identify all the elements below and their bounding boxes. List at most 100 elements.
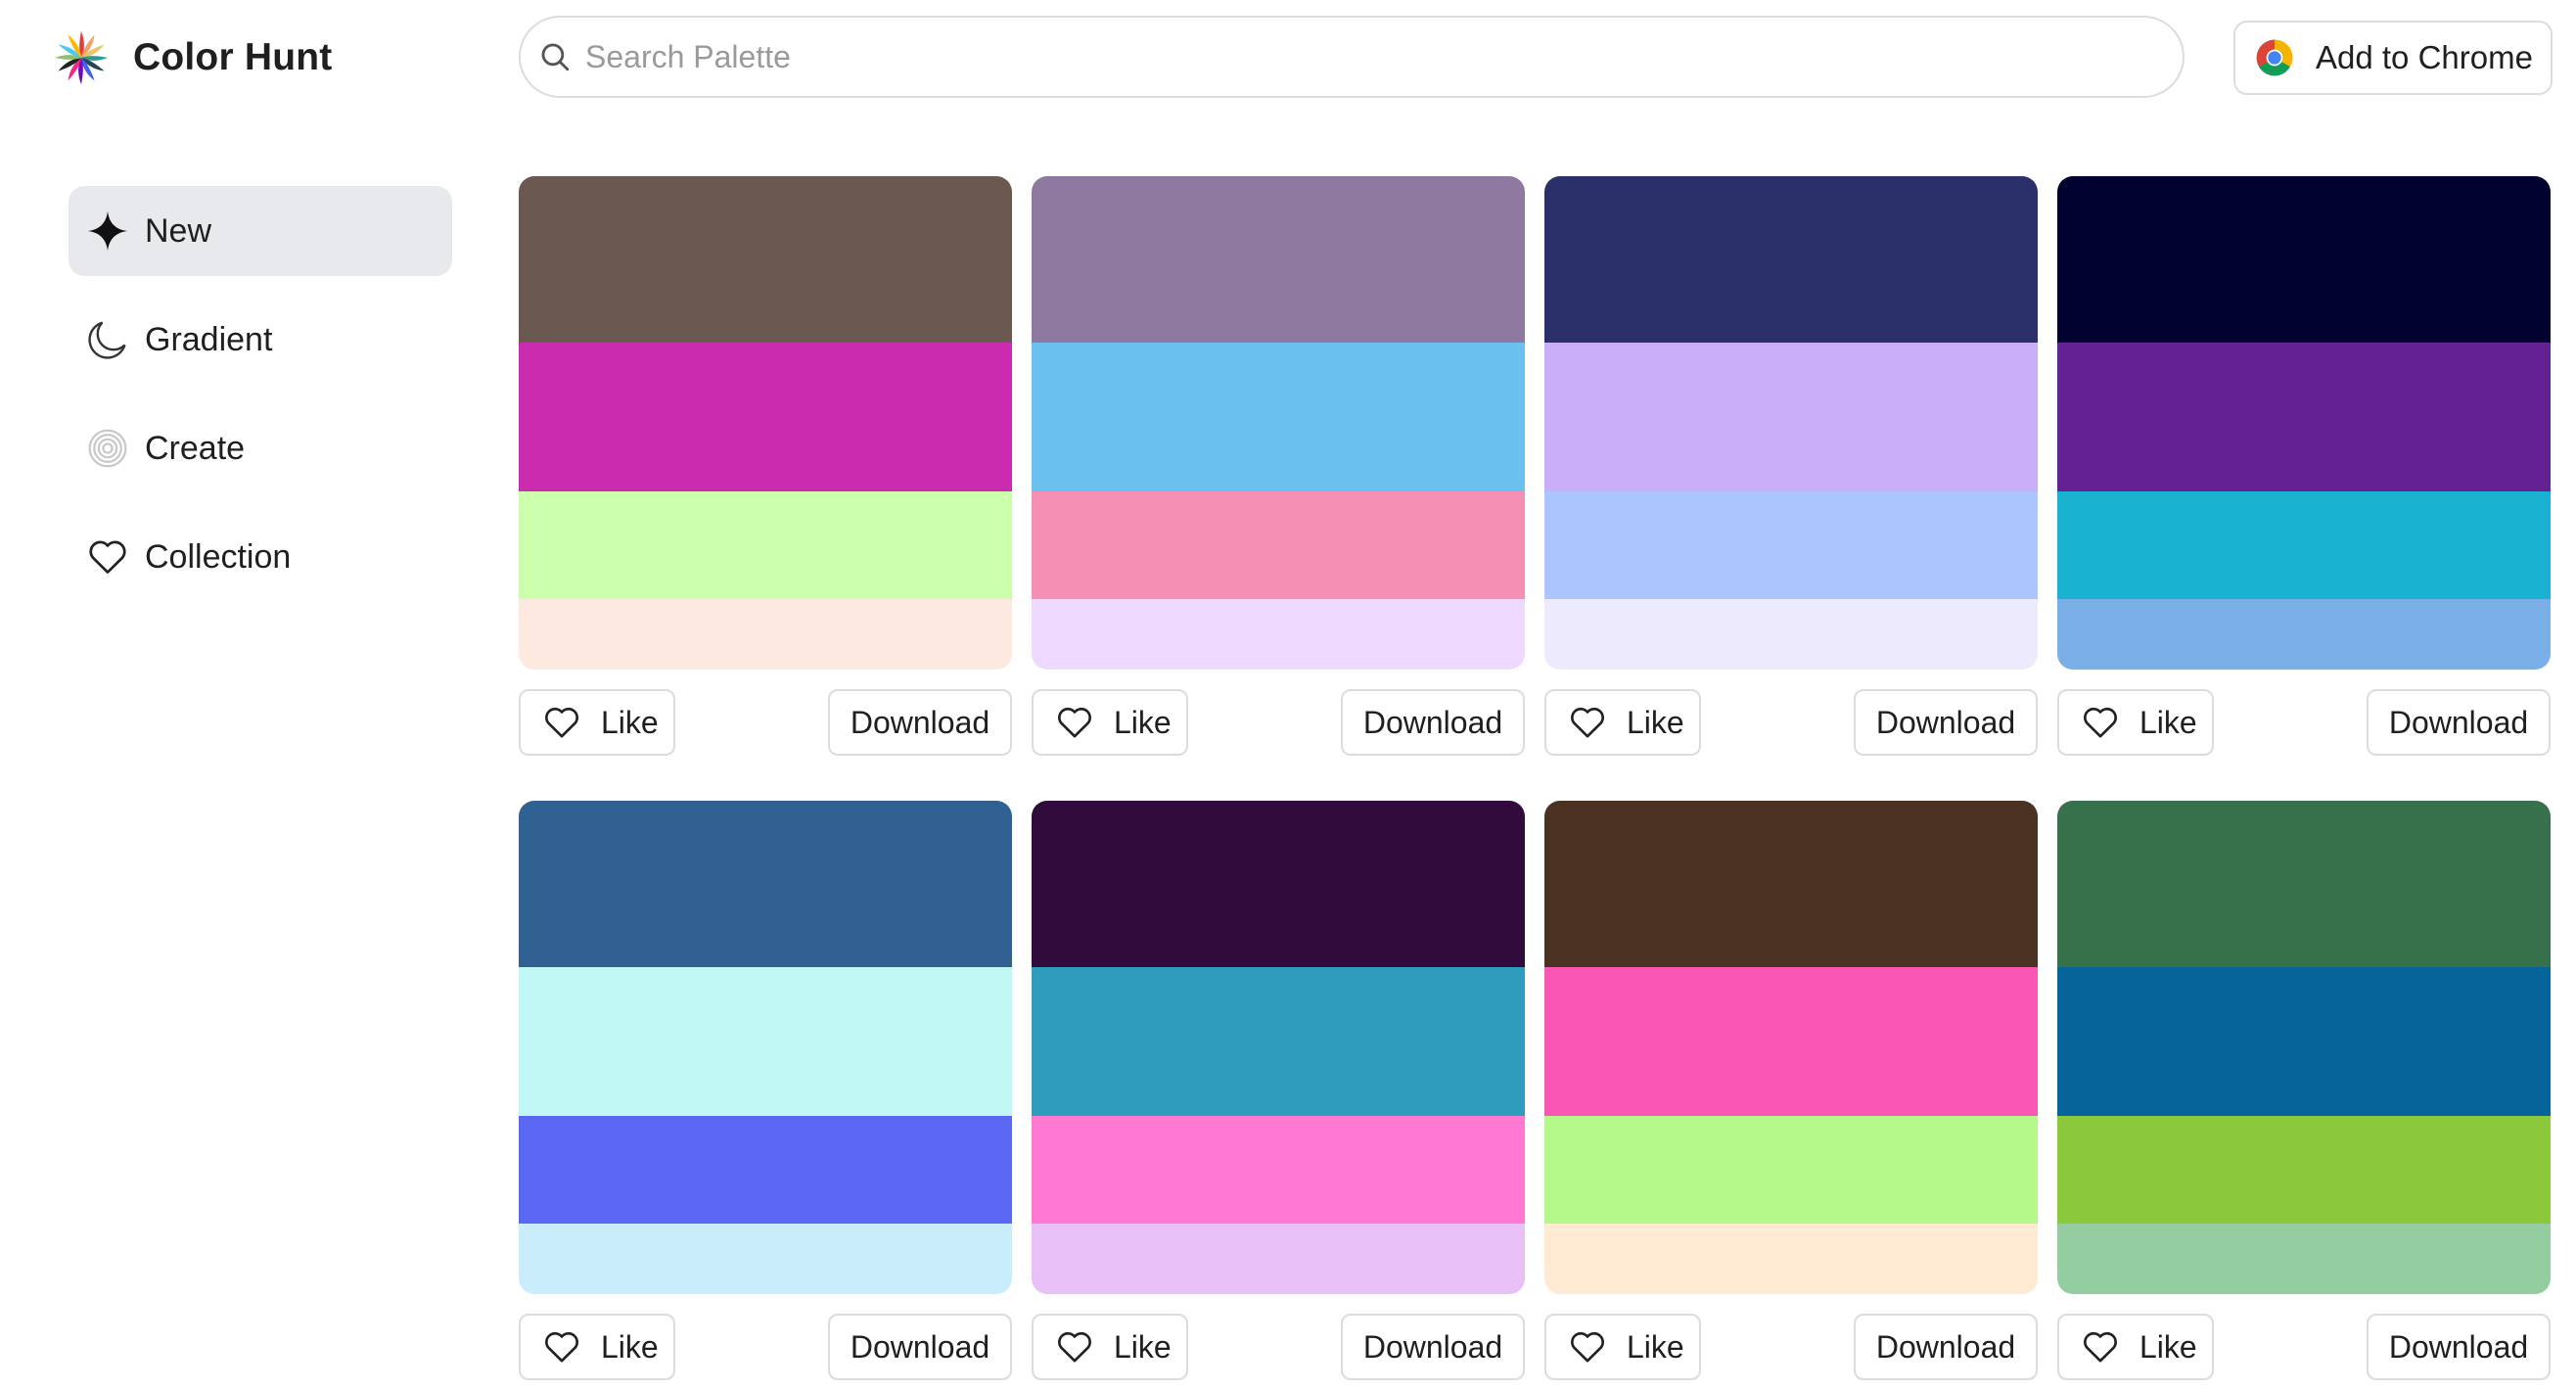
color-swatch[interactable]	[2057, 801, 2551, 967]
sidebar: New Gradient Create Collection	[69, 186, 452, 621]
color-swatch[interactable]	[519, 1224, 1012, 1294]
color-swatch[interactable]	[519, 176, 1012, 343]
moon-icon	[88, 321, 126, 359]
download-label: Download	[2388, 1328, 2529, 1365]
download-button[interactable]: Download	[1341, 689, 1525, 756]
sidebar-item-label: Gradient	[145, 320, 273, 358]
color-swatch[interactable]	[1032, 1116, 1525, 1224]
heart-icon	[1571, 1331, 1604, 1363]
palette-swatches[interactable]	[2057, 176, 2551, 670]
palette-card: Like Download	[519, 176, 1012, 756]
color-swatch[interactable]	[519, 343, 1012, 491]
logo[interactable]: Color Hunt	[51, 25, 332, 90]
palette-swatches[interactable]	[519, 801, 1012, 1294]
color-swatch[interactable]	[519, 1116, 1012, 1224]
color-swatch[interactable]	[519, 599, 1012, 670]
search-icon	[541, 43, 570, 71]
color-swatch[interactable]	[1032, 343, 1525, 491]
color-swatch[interactable]	[1544, 1116, 2038, 1224]
sparkle-icon	[87, 210, 128, 252]
palette-actions: Like Download	[519, 1314, 1012, 1380]
like-button[interactable]: Like	[519, 1314, 675, 1380]
sidebar-item-label: Create	[145, 429, 246, 467]
color-swatch[interactable]	[2057, 491, 2551, 599]
like-label: Like	[1114, 704, 1172, 740]
color-swatch[interactable]	[1544, 599, 2038, 670]
color-swatch[interactable]	[2057, 1224, 2551, 1294]
sidebar-item-collection[interactable]: Collection	[69, 512, 452, 602]
palette-actions: Like Download	[2057, 689, 2551, 756]
color-swatch[interactable]	[2057, 599, 2551, 670]
like-button[interactable]: Like	[2057, 689, 2214, 756]
palette-card: Like Download	[2057, 176, 2551, 756]
palette-swatches[interactable]	[519, 176, 1012, 670]
palette-card: Like Download	[2057, 801, 2551, 1380]
color-swatch[interactable]	[519, 967, 1012, 1116]
heart-icon	[2084, 707, 2117, 738]
palette-swatches[interactable]	[1032, 801, 1525, 1294]
color-hunt-logo-icon	[54, 30, 109, 85]
palette-swatches[interactable]	[1032, 176, 1525, 670]
add-to-chrome-label: Add to Chrome	[2316, 39, 2533, 75]
color-swatch[interactable]	[1544, 176, 2038, 343]
like-button[interactable]: Like	[1032, 1314, 1188, 1380]
download-button[interactable]: Download	[2367, 689, 2551, 756]
like-button[interactable]: Like	[1544, 689, 1701, 756]
like-label: Like	[601, 704, 659, 740]
download-button[interactable]: Download	[2367, 1314, 2551, 1380]
color-swatch[interactable]	[2057, 1116, 2551, 1224]
color-swatch[interactable]	[1032, 801, 1525, 967]
color-swatch[interactable]	[2057, 967, 2551, 1116]
palette-card: Like Download	[519, 801, 1012, 1380]
color-swatch[interactable]	[2057, 176, 2551, 343]
heart-icon	[1571, 707, 1604, 738]
sidebar-item-label: New	[145, 211, 212, 250]
sidebar-item-gradient[interactable]: Gradient	[69, 295, 452, 385]
like-button[interactable]: Like	[2057, 1314, 2214, 1380]
palette-card: Like Download	[1544, 801, 2038, 1380]
palette-swatches[interactable]	[2057, 801, 2551, 1294]
like-label: Like	[1627, 1328, 1684, 1365]
color-swatch[interactable]	[519, 491, 1012, 599]
color-swatch[interactable]	[2057, 343, 2551, 491]
heart-icon	[1058, 1331, 1091, 1363]
color-swatch[interactable]	[519, 801, 1012, 967]
like-button[interactable]: Like	[1544, 1314, 1701, 1380]
download-label: Download	[2388, 704, 2529, 740]
search-bar[interactable]	[519, 16, 2185, 98]
download-button[interactable]: Download	[1341, 1314, 1525, 1380]
like-label: Like	[2139, 704, 2197, 740]
add-to-chrome-button[interactable]: Add to Chrome	[2233, 21, 2553, 95]
color-swatch[interactable]	[1032, 1224, 1525, 1294]
palette-card: Like Download	[1544, 176, 2038, 756]
download-label: Download	[1362, 704, 1503, 740]
palette-swatches[interactable]	[1544, 801, 2038, 1294]
color-swatch[interactable]	[1544, 967, 2038, 1116]
color-swatch[interactable]	[1544, 343, 2038, 491]
color-swatch[interactable]	[1544, 1224, 2038, 1294]
palette-swatches[interactable]	[1544, 176, 2038, 670]
like-button[interactable]: Like	[1032, 689, 1188, 756]
sidebar-item-new[interactable]: New	[69, 186, 452, 276]
heart-icon	[545, 1331, 578, 1363]
download-button[interactable]: Download	[828, 689, 1012, 756]
download-button[interactable]: Download	[828, 1314, 1012, 1380]
color-swatch[interactable]	[1544, 801, 2038, 967]
color-swatch[interactable]	[1032, 491, 1525, 599]
like-label: Like	[2139, 1328, 2197, 1365]
color-swatch[interactable]	[1544, 491, 2038, 599]
like-button[interactable]: Like	[519, 689, 675, 756]
sidebar-item-create[interactable]: Create	[69, 403, 452, 493]
heart-icon	[1058, 707, 1091, 738]
chrome-icon	[2256, 39, 2293, 76]
download-label: Download	[1875, 704, 2016, 740]
color-swatch[interactable]	[1032, 176, 1525, 343]
search-input[interactable]	[585, 38, 2151, 75]
palette-actions: Like Download	[519, 689, 1012, 756]
palette-actions: Like Download	[1544, 689, 2038, 756]
color-swatch[interactable]	[1032, 967, 1525, 1116]
download-label: Download	[850, 704, 990, 740]
download-button[interactable]: Download	[1854, 1314, 2038, 1380]
color-swatch[interactable]	[1032, 599, 1525, 670]
download-button[interactable]: Download	[1854, 689, 2038, 756]
